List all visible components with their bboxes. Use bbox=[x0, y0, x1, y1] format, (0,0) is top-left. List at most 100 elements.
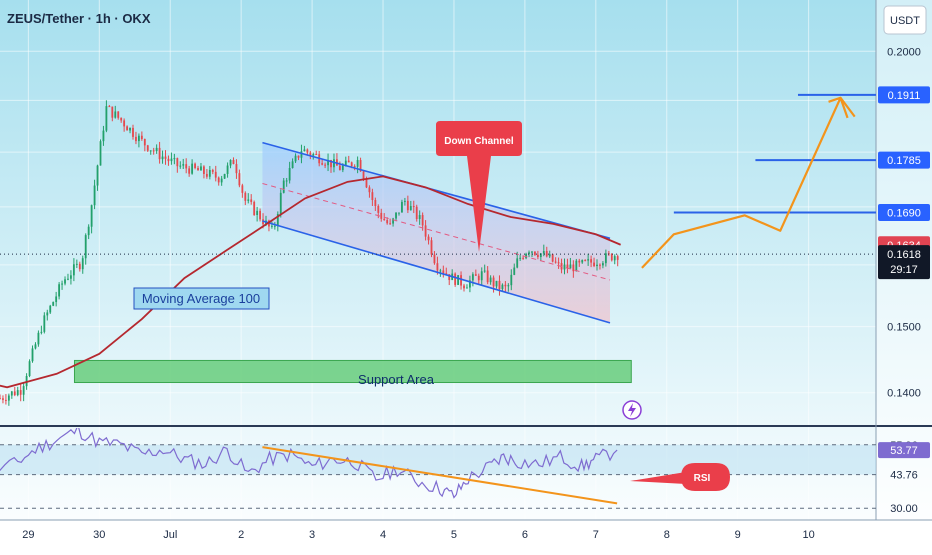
candle-body bbox=[563, 264, 566, 270]
candle-body bbox=[2, 398, 4, 400]
candle-body bbox=[495, 280, 498, 287]
candle-body bbox=[584, 260, 587, 262]
chart-area[interactable]: 0.1400 0.1500 0.2000 0.1911 0.1785 0.1690 0.16… bbox=[0, 0, 932, 550]
time-axis-tick-label: 29 bbox=[22, 529, 34, 541]
price-axis-tick-label: 0.1400 bbox=[887, 388, 921, 400]
candle-body bbox=[474, 274, 477, 276]
time-axis-panel[interactable] bbox=[0, 520, 932, 550]
candle-body bbox=[368, 187, 371, 193]
candle-body bbox=[578, 260, 581, 263]
candle-body bbox=[7, 395, 10, 401]
candle-body bbox=[253, 201, 256, 215]
candle-body bbox=[270, 225, 273, 227]
candle-body bbox=[179, 165, 182, 167]
candle-body bbox=[137, 135, 140, 142]
candle-body bbox=[507, 285, 510, 287]
candle-body bbox=[81, 258, 84, 270]
candle-body bbox=[504, 284, 507, 287]
candle-body bbox=[460, 275, 462, 286]
candle-body bbox=[256, 210, 259, 215]
candle-body bbox=[40, 331, 43, 333]
candle-body bbox=[350, 162, 353, 167]
time-axis-tick-label: 30 bbox=[93, 529, 105, 541]
candle-body bbox=[173, 158, 176, 160]
moving-average-label: Moving Average 100 bbox=[142, 291, 260, 306]
candle-body bbox=[312, 153, 315, 156]
rsi-label: RSI bbox=[694, 473, 711, 484]
candle bbox=[575, 258, 578, 272]
time-axis-tick-label: 10 bbox=[802, 529, 814, 541]
rsi-value-tag: 53.77 bbox=[878, 442, 930, 459]
candle-body bbox=[208, 169, 211, 177]
candle-body bbox=[575, 260, 578, 272]
candle-body bbox=[126, 126, 129, 131]
candle-body bbox=[34, 344, 37, 349]
candle-body bbox=[146, 145, 149, 151]
time-axis-tick-label: 7 bbox=[593, 529, 599, 541]
candle bbox=[253, 200, 256, 216]
candle-body bbox=[551, 254, 554, 262]
candle-body bbox=[596, 264, 598, 267]
candle-body bbox=[454, 273, 457, 285]
candle-body bbox=[486, 270, 489, 283]
candle-body bbox=[285, 180, 288, 182]
candle-body bbox=[569, 264, 572, 269]
currency-button[interactable]: USDT bbox=[883, 5, 927, 35]
candle-body bbox=[386, 220, 389, 224]
candle-body bbox=[492, 277, 495, 287]
candle-body bbox=[31, 348, 34, 362]
price-axis-tick-label: 0.2000 bbox=[887, 46, 921, 58]
candle-body bbox=[129, 127, 131, 131]
candle-body bbox=[516, 258, 519, 268]
candle-body bbox=[501, 284, 504, 290]
candle bbox=[43, 312, 46, 334]
candle-body bbox=[43, 315, 46, 332]
candle-body bbox=[19, 390, 22, 395]
price-tag: 0.1911 bbox=[878, 86, 930, 104]
candle-body bbox=[554, 261, 557, 263]
candle-body bbox=[155, 147, 158, 152]
candle-body bbox=[235, 164, 238, 174]
candle-body bbox=[548, 254, 551, 257]
candle-body bbox=[143, 139, 146, 146]
candle-body bbox=[480, 271, 483, 281]
candle-body bbox=[37, 332, 40, 345]
price-tag-label: 0.1911 bbox=[888, 90, 921, 102]
lightning-icon[interactable] bbox=[622, 400, 642, 420]
candle-body bbox=[483, 270, 486, 272]
candle-body bbox=[395, 212, 397, 219]
candle-body bbox=[93, 185, 96, 206]
candle-body bbox=[424, 225, 427, 237]
candle-body bbox=[114, 111, 117, 118]
candle-body bbox=[282, 180, 285, 193]
candle-body bbox=[401, 201, 403, 213]
candle-body bbox=[403, 200, 406, 202]
candle-body bbox=[99, 141, 102, 166]
candle-body bbox=[279, 192, 282, 214]
candle-body bbox=[510, 274, 513, 286]
price-tag-label: 0.1618 bbox=[887, 249, 921, 261]
time-axis-tick-label: 3 bbox=[309, 529, 315, 541]
candle-body bbox=[229, 159, 232, 166]
candle-body bbox=[377, 205, 380, 213]
candle-body bbox=[75, 263, 78, 265]
candle-body bbox=[356, 160, 359, 167]
candle-body bbox=[489, 277, 492, 283]
price-tag-label: 0.1785 bbox=[887, 155, 921, 167]
candle-body bbox=[545, 251, 548, 257]
candle-body bbox=[226, 165, 229, 174]
candle-body bbox=[102, 130, 105, 142]
candle-body bbox=[158, 147, 161, 160]
candle-body bbox=[534, 251, 536, 255]
candle-body bbox=[46, 312, 49, 316]
candle-body bbox=[185, 164, 188, 169]
candle-body bbox=[383, 218, 386, 221]
candle-body bbox=[531, 251, 533, 253]
candle-body bbox=[374, 200, 377, 206]
candle-body bbox=[324, 164, 327, 166]
candle-body bbox=[22, 386, 25, 395]
moving-average-label-box: Moving Average 100 bbox=[133, 287, 270, 310]
candle-body bbox=[436, 263, 439, 271]
candle-body bbox=[528, 252, 530, 254]
candle-body bbox=[291, 161, 294, 169]
